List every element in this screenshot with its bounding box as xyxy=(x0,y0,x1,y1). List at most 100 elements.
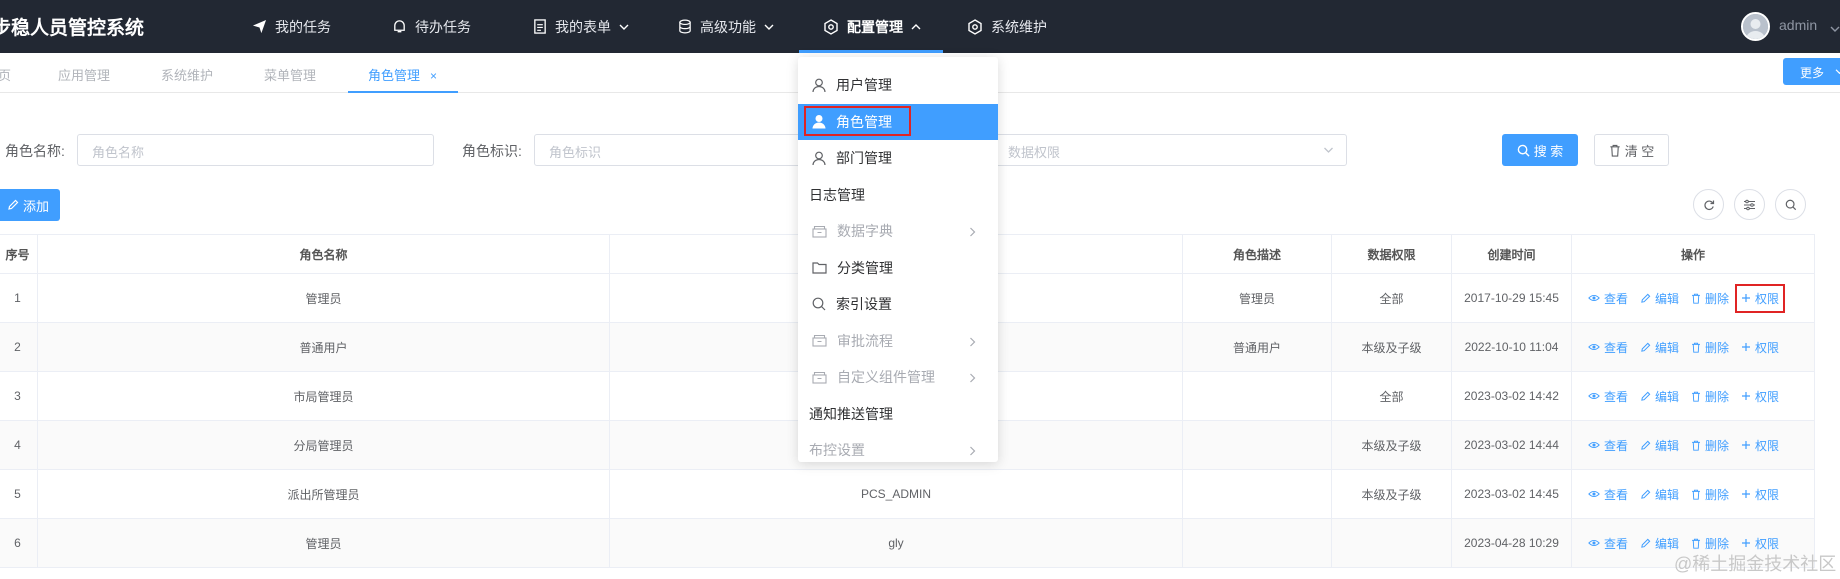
dropdown-item[interactable]: 部门管理 xyxy=(798,140,998,176)
edit-action[interactable]: 编辑 xyxy=(1640,339,1679,356)
cell-data-scope: 全部 xyxy=(1332,274,1452,322)
username[interactable]: admin xyxy=(1779,17,1817,33)
dropdown-item[interactable]: 分类管理 xyxy=(798,250,998,286)
folder-icon xyxy=(812,261,827,274)
close-icon[interactable]: × xyxy=(430,69,437,83)
dropdown-item[interactable]: 数据字典 xyxy=(798,213,998,249)
perm-action[interactable]: 权限 xyxy=(1741,339,1779,356)
view-action[interactable]: 查看 xyxy=(1588,535,1628,552)
view-action[interactable]: 查看 xyxy=(1588,290,1628,307)
add-button[interactable]: 添加 xyxy=(0,189,60,221)
tab-role-management[interactable]: 角色管理 × xyxy=(368,65,437,84)
nav-my-tasks[interactable]: 我的任务 xyxy=(252,0,331,53)
data-scope-select[interactable]: 数据权限 xyxy=(990,134,1347,166)
nav-advanced[interactable]: 高级功能 xyxy=(678,0,774,53)
plus-icon xyxy=(1742,392,1751,400)
delete-action[interactable]: 删除 xyxy=(1691,486,1729,503)
edit-icon xyxy=(1641,391,1651,401)
view-action[interactable]: 查看 xyxy=(1588,437,1628,454)
nav-my-forms[interactable]: 我的表单 xyxy=(533,0,629,53)
tab-menu-management[interactable]: 菜单管理 xyxy=(264,65,316,84)
nav-todo-tasks[interactable]: 待办任务 xyxy=(392,0,471,53)
dropdown-item-label: 日志管理 xyxy=(809,186,865,203)
perm-action[interactable]: 权限 xyxy=(1735,283,1786,313)
role-key-input[interactable]: 角色标识 xyxy=(534,134,804,166)
view-action[interactable]: 查看 xyxy=(1588,388,1628,405)
dropdown-item[interactable]: 日志管理 xyxy=(798,177,998,213)
dropdown-item[interactable]: 用户管理 xyxy=(798,67,998,103)
delete-action[interactable]: 删除 xyxy=(1691,388,1729,405)
cell-role-desc: 管理员 xyxy=(1183,274,1332,322)
box-icon xyxy=(812,225,827,238)
nav-system-maintenance[interactable]: 系统维护 xyxy=(967,0,1047,53)
eye-icon xyxy=(1588,294,1600,302)
dropdown-item[interactable]: 角色管理 xyxy=(798,103,998,140)
tab-app-management[interactable]: 应用管理 xyxy=(58,65,110,84)
chevron-right-icon xyxy=(969,224,976,240)
cell-role-desc: 普通用户 xyxy=(1183,323,1332,371)
cell-role-key: gly xyxy=(610,519,1183,567)
delete-action[interactable]: 删除 xyxy=(1691,535,1729,552)
edit-action[interactable]: 编辑 xyxy=(1640,388,1679,405)
edit-label: 编辑 xyxy=(1655,438,1680,453)
plus-icon xyxy=(1742,490,1751,498)
avatar[interactable] xyxy=(1741,12,1770,41)
tab-system-maintenance[interactable]: 系统维护 xyxy=(161,65,213,84)
refresh-button[interactable] xyxy=(1693,189,1724,220)
nav-label: 配置管理 xyxy=(847,18,903,35)
nav-config[interactable]: 配置管理 xyxy=(823,0,921,53)
chevron-up-icon xyxy=(911,23,921,31)
cell-no: 2 xyxy=(0,323,38,371)
chevron-right-icon xyxy=(969,370,976,386)
view-action[interactable]: 查看 xyxy=(1588,486,1628,503)
document-icon xyxy=(533,19,547,34)
toggle-search-button[interactable] xyxy=(1775,189,1806,220)
nav-label: 系统维护 xyxy=(991,18,1047,35)
plus-icon xyxy=(1742,441,1751,449)
gear-icon xyxy=(823,18,839,35)
perm-action[interactable]: 权限 xyxy=(1741,535,1779,552)
trash-icon xyxy=(1692,440,1700,451)
tab-home[interactable]: 页 xyxy=(0,65,11,84)
column-settings-button[interactable] xyxy=(1734,189,1765,220)
config-dropdown-menu: 用户管理 角色管理 部门管理日志管理数据字典分类管理 索引设置 审批流程 自定义组件管理通… xyxy=(798,57,998,462)
delete-action[interactable]: 删除 xyxy=(1691,339,1729,356)
dropdown-item[interactable]: 索引设置 xyxy=(798,286,998,322)
edit-action[interactable]: 编辑 xyxy=(1640,535,1679,552)
edit-icon xyxy=(1641,538,1651,548)
header-role-desc: 角色描述 xyxy=(1183,235,1332,273)
edit-action[interactable]: 编辑 xyxy=(1640,290,1679,307)
clear-label: 清 空 xyxy=(1624,143,1655,159)
view-action[interactable]: 查看 xyxy=(1588,339,1628,356)
bell-icon xyxy=(392,19,407,34)
dropdown-item[interactable]: 通知推送管理 xyxy=(798,396,998,432)
table-row: 6 管理员 gly 2023-04-28 10:29 查看 编辑 删除 权限 xyxy=(0,519,1815,568)
dropdown-item-label: 数据字典 xyxy=(837,223,893,239)
search-button[interactable]: 搜 索 xyxy=(1502,134,1578,166)
cell-no: 5 xyxy=(0,470,38,518)
delete-label: 删除 xyxy=(1705,291,1730,306)
delete-action[interactable]: 删除 xyxy=(1691,437,1729,454)
chevron-down-icon xyxy=(1324,147,1333,153)
perm-action[interactable]: 权限 xyxy=(1741,437,1779,454)
trash-icon xyxy=(1692,538,1700,549)
more-button[interactable]: 更多 xyxy=(1783,58,1840,85)
header-actions: 操作 xyxy=(1572,235,1815,273)
role-name-input[interactable]: 角色名称 xyxy=(77,134,434,166)
clear-button[interactable]: 清 空 xyxy=(1594,134,1669,166)
perm-action[interactable]: 权限 xyxy=(1741,388,1779,405)
dropdown-item[interactable]: 自定义组件管理 xyxy=(798,359,998,395)
delete-action[interactable]: 删除 xyxy=(1691,290,1729,307)
dropdown-item-label: 通知推送管理 xyxy=(809,405,893,422)
header-role-name: 角色名称 xyxy=(38,235,610,273)
edit-action[interactable]: 编辑 xyxy=(1640,437,1679,454)
cell-data-scope: 本级及子级 xyxy=(1332,421,1452,469)
perm-action[interactable]: 权限 xyxy=(1741,486,1779,503)
dropdown-item[interactable]: 布控设置 xyxy=(798,432,998,468)
nav-label: 待办任务 xyxy=(415,18,471,35)
search-icon xyxy=(1785,199,1796,210)
dropdown-item[interactable]: 审批流程 xyxy=(798,323,998,359)
cell-created: 2022-10-10 11:04 xyxy=(1452,323,1572,371)
plus-icon xyxy=(1742,343,1751,351)
edit-action[interactable]: 编辑 xyxy=(1640,486,1679,503)
